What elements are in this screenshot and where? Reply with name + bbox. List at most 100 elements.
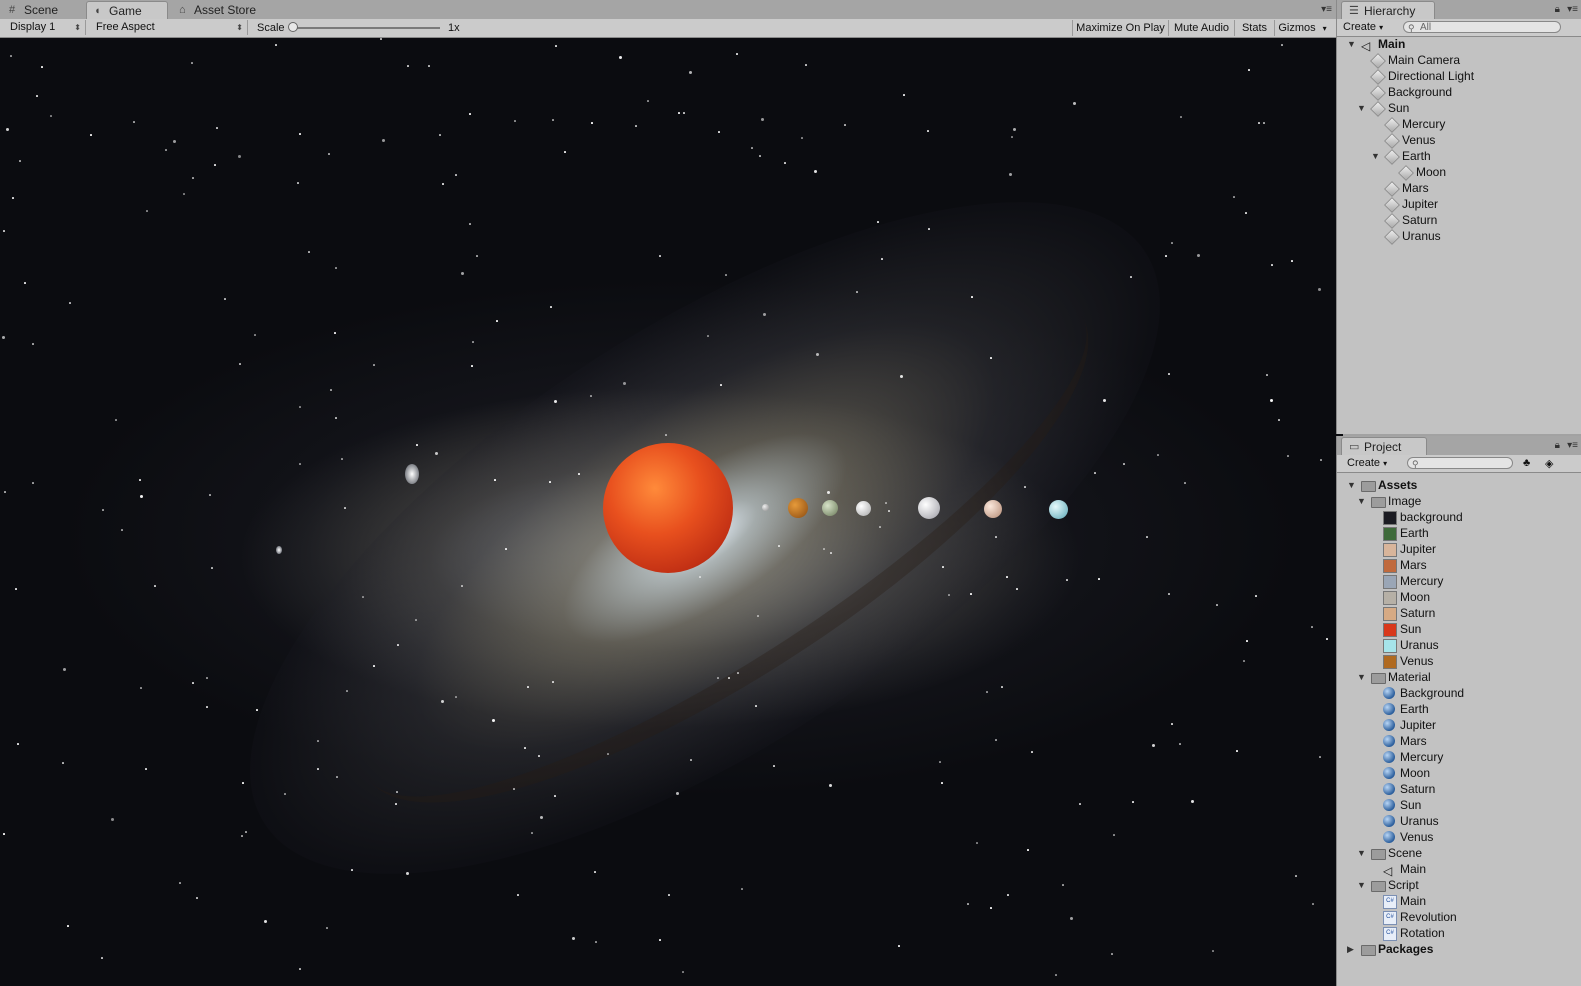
star <box>948 594 950 596</box>
star <box>15 588 17 590</box>
project-material-sun[interactable]: Sun <box>1337 797 1577 813</box>
project-image-moon[interactable]: Moon <box>1337 589 1577 605</box>
project-script-revolution-label: Revolution <box>1400 910 1457 924</box>
project-material-jupiter[interactable]: Jupiter <box>1337 717 1577 733</box>
hierarchy-item-venus[interactable]: Venus <box>1337 132 1577 149</box>
project-image-background[interactable]: background <box>1337 509 1577 525</box>
hierarchy-item-uranus[interactable]: Uranus <box>1337 228 1577 245</box>
collapsed-arrow-icon[interactable]: ▶ <box>1347 941 1354 957</box>
project-image-mercury[interactable]: Mercury <box>1337 573 1577 589</box>
stats-button[interactable]: Stats <box>1234 20 1274 36</box>
hierarchy-create-button[interactable]: Create ▾ <box>1343 20 1383 34</box>
hierarchy-item-moon[interactable]: Moon <box>1337 164 1577 181</box>
expanded-arrow-icon[interactable]: ▼ <box>1357 845 1366 861</box>
hierarchy-item-mars-label: Mars <box>1402 181 1429 195</box>
mercury-sphere <box>762 504 769 511</box>
lock-icon[interactable]: 🔒︎ <box>1555 440 1560 451</box>
project-material-moon[interactable]: Moon <box>1337 765 1577 781</box>
hierarchy-item-directional-light[interactable]: Directional Light <box>1337 68 1577 85</box>
project-image-saturn[interactable]: Saturn <box>1337 605 1577 621</box>
project-script-main[interactable]: C# Main <box>1337 893 1577 909</box>
hierarchy-item-sun[interactable]: ▼ Sun <box>1337 100 1577 117</box>
star <box>1070 917 1073 920</box>
hierarchy-item-earth[interactable]: ▼ Earth <box>1337 148 1577 165</box>
star <box>183 193 185 195</box>
expanded-arrow-icon[interactable]: ▼ <box>1357 100 1366 116</box>
expanded-arrow-icon[interactable]: ▼ <box>1357 493 1366 509</box>
hierarchy-item-background[interactable]: Background <box>1337 84 1577 101</box>
hierarchy-item-mars[interactable]: Mars <box>1337 180 1577 197</box>
expanded-arrow-icon[interactable]: ▼ <box>1357 669 1366 685</box>
expanded-arrow-icon[interactable]: ▼ <box>1357 877 1366 893</box>
hierarchy-item-mercury[interactable]: Mercury <box>1337 116 1577 133</box>
hierarchy-item-main-camera-label: Main Camera <box>1388 53 1461 67</box>
project-image-jupiter[interactable]: Jupiter <box>1337 541 1577 557</box>
project-create-button[interactable]: Create ▾ <box>1347 456 1387 470</box>
star <box>330 389 332 391</box>
project-search-input[interactable]: ⚲ <box>1407 457 1513 469</box>
hierarchy-item-main-camera[interactable]: Main Camera <box>1337 52 1577 69</box>
hierarchy-search-input[interactable]: ⚲ All <box>1403 21 1561 33</box>
star <box>1009 173 1012 176</box>
maximize-on-play-button[interactable]: Maximize On Play <box>1072 20 1168 36</box>
tab-scene[interactable]: # Scene <box>2 1 80 19</box>
project-image-uranus[interactable]: Uranus <box>1337 637 1577 653</box>
project-material-uranus[interactable]: Uranus <box>1337 813 1577 829</box>
filter-by-label-icon[interactable]: ◈ <box>1545 457 1553 470</box>
star <box>24 282 26 284</box>
scale-slider[interactable] <box>288 22 440 32</box>
game-view[interactable] <box>0 38 1343 986</box>
expanded-arrow-icon[interactable]: ▼ <box>1347 477 1356 493</box>
project-material-mercury[interactable]: Mercury <box>1337 749 1577 765</box>
material-sphere-icon <box>1383 687 1395 699</box>
project-folder-assets[interactable]: ▼ Assets <box>1337 477 1577 493</box>
project-scene-main[interactable]: ◁ Main <box>1337 861 1577 878</box>
tab-hierarchy[interactable]: ☰ Hierarchy <box>1341 1 1435 19</box>
display-dropdown[interactable]: Display 1 ⬍ <box>4 20 86 35</box>
project-script-revolution[interactable]: C# Revolution <box>1337 909 1577 925</box>
tab-asset-store[interactable]: ⌂ Asset Store <box>172 1 272 19</box>
project-material-earth[interactable]: Earth <box>1337 701 1577 717</box>
panel-menu-icon[interactable]: ▾≡ <box>1321 4 1332 15</box>
project-image-earth[interactable]: Earth <box>1337 525 1577 541</box>
tab-project[interactable]: ▭ Project <box>1341 437 1427 455</box>
expanded-arrow-icon[interactable]: ▼ <box>1371 148 1380 164</box>
project-folder-image[interactable]: ▼ Image <box>1337 493 1577 509</box>
hierarchy-item-jupiter[interactable]: Jupiter <box>1337 196 1577 213</box>
expanded-arrow-icon[interactable]: ▼ <box>1347 36 1356 52</box>
project-script-rotation[interactable]: C# Rotation <box>1337 925 1577 941</box>
star <box>784 162 786 164</box>
aspect-dropdown[interactable]: Free Aspect ⬍ <box>90 20 248 35</box>
project-material-saturn[interactable]: Saturn <box>1337 781 1577 797</box>
hierarchy-item-saturn[interactable]: Saturn <box>1337 212 1577 229</box>
project-folder-material[interactable]: ▼ Material <box>1337 669 1577 685</box>
project-material-venus[interactable]: Venus <box>1337 829 1577 845</box>
project-folder-packages-label: Packages <box>1378 942 1434 956</box>
search-placeholder: All <box>1420 22 1432 33</box>
project-material-background[interactable]: Background <box>1337 685 1577 701</box>
tab-game[interactable]: ◖ Game <box>86 1 168 19</box>
lock-icon[interactable]: 🔒︎ <box>1555 4 1560 15</box>
project-image-mars[interactable]: Mars <box>1337 557 1577 573</box>
list-icon: ☰ <box>1349 5 1359 17</box>
filter-by-type-icon[interactable]: ♣ <box>1523 457 1530 469</box>
project-folder-script[interactable]: ▼ Script <box>1337 877 1577 893</box>
panel-menu-icon[interactable]: ▾≡ <box>1567 4 1578 15</box>
hierarchy-scene-main[interactable]: ▼ ◁ Main <box>1337 36 1577 53</box>
project-material-mars[interactable]: Mars <box>1337 733 1577 749</box>
star <box>778 545 780 547</box>
project-image-venus[interactable]: Venus <box>1337 653 1577 669</box>
scale-slider-thumb[interactable] <box>288 22 298 32</box>
aspect-dropdown-label: Free Aspect <box>96 21 155 33</box>
star <box>121 529 123 531</box>
project-image-sun[interactable]: Sun <box>1337 621 1577 637</box>
gizmos-dropdown[interactable]: Gizmos ▾ <box>1274 20 1330 36</box>
project-folder-packages[interactable]: ▶ Packages <box>1337 941 1577 957</box>
unity-scene-icon: ◁ <box>1383 864 1393 878</box>
dropdown-arrow-icon: ▾ <box>1383 459 1388 468</box>
shopping-bag-icon: ⌂ <box>179 4 186 16</box>
panel-menu-icon[interactable]: ▾≡ <box>1567 440 1578 451</box>
project-folder-scene[interactable]: ▼ Scene <box>1337 845 1577 861</box>
mute-audio-button[interactable]: Mute Audio <box>1168 20 1234 36</box>
dropdown-arrows-icon: ⬍ <box>74 23 81 32</box>
